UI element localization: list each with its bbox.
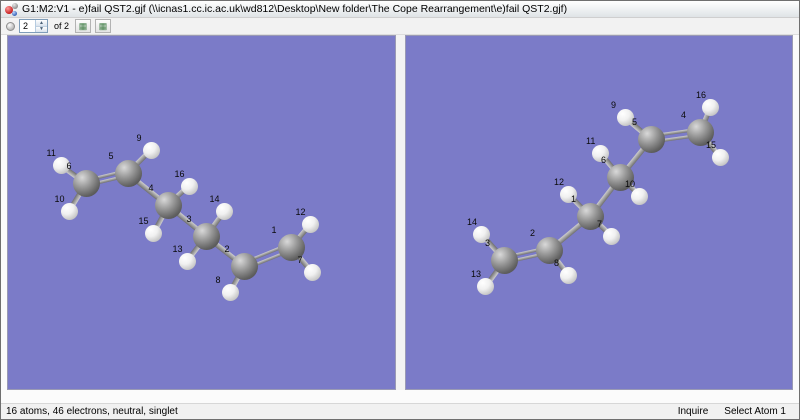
atom-number-label: 5 [632,116,638,127]
atom-H16[interactable] [180,177,198,195]
atom-number-label: 15 [706,139,717,150]
atom-number-label: 6 [601,154,607,165]
atom-C2[interactable] [230,252,258,280]
atom-H10[interactable] [60,202,78,220]
frame-number-value[interactable]: 2 [20,20,35,32]
atom-number-label: 9 [136,132,142,143]
atom-number-label: 14 [209,193,220,204]
atom-number-label: 1 [571,193,577,204]
atom-C5[interactable] [114,159,142,187]
atom-number-label: 11 [586,135,596,146]
atom-number-label: 9 [611,99,617,110]
atom-number-label: 13 [172,243,183,254]
atom-H8[interactable] [560,266,577,284]
frame-indicator-icon [6,21,15,31]
frame-count-label: of 2 [54,21,70,31]
atom-number-label: 7 [297,254,303,265]
atom-number-label: 10 [54,193,65,204]
atom-H14[interactable] [215,202,233,220]
atom-number-label: 3 [186,213,192,224]
atom-C6[interactable] [72,169,100,197]
molecule-summary: 16 atoms, 46 electrons, neutral, singlet [6,406,178,417]
atom-number-label: 2 [224,243,230,254]
status-right: Inquire Select Atom 1 [678,406,794,417]
gaussview-window: G1:M2:V1 - e)fail QST2.gjf (\\icnas1.cc.… [0,0,800,420]
atom-number-label: 8 [554,257,560,268]
atom-number-label: 10 [625,178,636,189]
atom-C3[interactable] [192,222,220,250]
atom-H7[interactable] [603,227,620,245]
atom-H13[interactable] [178,252,196,270]
atom-number-label: 2 [530,227,536,238]
atom-number-label: 1 [271,224,277,235]
molecule-panel-right[interactable]: 1 2 3 4 5 6 7 8 9 10 11 12 13 14 15 16 [404,35,793,390]
atom-H16[interactable] [702,98,719,116]
animate-frames-button[interactable]: ▦ [95,19,112,33]
atom-number-label: 4 [681,109,687,120]
frame-spinner[interactable]: 2 ▲ ▼ [19,19,48,33]
status-bar: 16 atoms, 46 electrons, neutral, singlet… [1,403,799,419]
atom-C4[interactable] [154,191,182,219]
atom-number-label: 16 [174,168,185,179]
title-bar[interactable]: G1:M2:V1 - e)fail QST2.gjf (\\icnas1.cc.… [1,1,799,18]
atom-number-label: 16 [696,89,707,100]
window-title: G1:M2:V1 - e)fail QST2.gjf (\\icnas1.cc.… [22,3,568,15]
atom-number-label: 15 [138,215,149,226]
workspace: 1 2 3 4 5 6 7 8 9 10 11 12 13 14 15 16 1 2 3 4 5 6 7 8 9 10 11 12 1… [1,35,799,403]
atom-H15[interactable] [144,224,162,242]
atom-C3[interactable] [491,246,518,274]
atom-number-label: 13 [471,268,482,279]
frame-table-button[interactable]: ▦ [75,19,92,33]
atom-H7[interactable] [303,263,321,281]
atom-H9[interactable] [142,141,160,159]
atom-number-label: 11 [46,147,56,158]
atom-H8[interactable] [221,283,239,301]
inquire-mode-label: Inquire [677,406,709,417]
atom-number-label: 4 [148,182,154,193]
atom-H15[interactable] [712,148,729,166]
atom-H10[interactable] [631,187,648,205]
frame-spinner-arrows: ▲ ▼ [35,20,47,32]
atom-number-label: 3 [485,237,491,248]
atom-number-label: 14 [467,216,478,227]
atom-number-label: 5 [108,150,114,161]
atom-number-label: 12 [295,206,306,217]
molecule-panel-left[interactable]: 1 2 3 4 5 6 7 8 9 10 11 12 13 14 15 16 [7,35,396,390]
atom-number-label: 6 [66,160,72,171]
app-icon [5,2,18,16]
app-icon-blue-atom [12,10,17,16]
atom-H12[interactable] [301,215,319,233]
select-mode-label: Select Atom 1 [724,406,786,417]
panel-divider[interactable] [395,35,405,390]
atom-H13[interactable] [477,277,494,295]
app-icon-gray-atom [12,2,18,9]
atom-C5[interactable] [638,125,665,153]
atom-number-label: 12 [554,176,565,187]
frame-down-button[interactable]: ▼ [36,25,47,32]
atom-number-label: 8 [215,274,221,285]
frame-toolbar: 2 ▲ ▼ of 2 ▦ ▦ [1,18,799,35]
atom-number-label: 7 [597,218,603,229]
